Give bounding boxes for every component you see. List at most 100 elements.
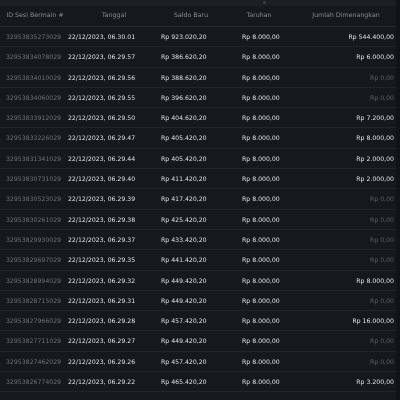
date-cell: 22/12/2023, 06.29.55 <box>68 94 136 102</box>
balance-cell: Rp 449.420,20 <box>161 338 207 346</box>
date-cell: 22/12/2023, 06.29.22 <box>68 379 136 387</box>
date-cell: 22/12/2023, 06.29.38 <box>68 216 136 224</box>
session-id-cell: 32953834078029 <box>6 54 62 62</box>
balance-cell: Rp 457.420,20 <box>161 358 207 366</box>
win-amount-cell: Rp 0,00 <box>370 297 394 305</box>
session-id-cell: 32953834010029 <box>6 74 62 82</box>
bet-cell: Rp 8.000,00 <box>242 34 280 41</box>
table-row[interactable]: 32953834060029 22/12/2023, 06.29.55 Rp 396… <box>0 88 400 109</box>
table-row[interactable]: 32953827711029 22/12/2023, 06.29.27 Rp 449… <box>0 331 400 352</box>
bet-cell: Rp 8.000,00 <box>242 358 280 366</box>
session-id-cell: 32953827462029 <box>6 358 62 366</box>
date-cell: 22/12/2023, 06.29.39 <box>68 196 136 204</box>
win-amount-cell: Rp 2.000,00 <box>356 155 394 163</box>
bet-cell: Rp 8.000,00 <box>242 257 280 265</box>
session-id-cell: 32953827966029 <box>6 318 62 326</box>
balance-cell: Rp 457.420,20 <box>161 318 207 326</box>
table-row[interactable]: 32953834010029 22/12/2023, 06.29.56 Rp 388… <box>0 68 400 88</box>
session-id-cell: 32953835273029 <box>6 34 62 41</box>
session-id-cell: 32953833912029 <box>6 115 62 123</box>
scroll-indicator-icon <box>263 1 266 4</box>
table-row[interactable]: 32953826774029 22/12/2023, 06.29.22 Rp 465… <box>0 372 400 393</box>
table-row[interactable]: 32953833912029 22/12/2023, 06.29.50 Rp 404… <box>0 108 400 129</box>
win-amount-cell: Rp 0,00 <box>370 257 394 265</box>
session-id-cell: 32953828994029 <box>6 277 62 285</box>
bet-cell: Rp 8.000,00 <box>242 176 280 184</box>
table-row[interactable]: 32953834078029 22/12/2023, 06.29.57 Rp 386… <box>0 47 400 68</box>
bet-cell: Rp 8.000,00 <box>242 236 280 244</box>
balance-cell: Rp 404.620,20 <box>161 115 207 123</box>
game-history-page: ID Sesi Bermain # Tanggal Saldo Baru Tar… <box>0 0 400 400</box>
balance-cell: Rp 388.620,20 <box>161 74 207 82</box>
table-row[interactable]: 32953827966029 22/12/2023, 06.29.28 Rp 457… <box>0 311 400 332</box>
bet-cell: Rp 8.000,00 <box>242 216 280 224</box>
win-amount-cell: Rp 16.000,00 <box>352 318 394 326</box>
table-row[interactable]: 32953833226029 22/12/2023, 06.29.47 Rp 405… <box>0 128 400 149</box>
scrollbar-track[interactable] <box>396 0 400 400</box>
session-id-cell: 32953830261029 <box>6 216 62 224</box>
bet-cell: Rp 8.000,00 <box>242 297 280 305</box>
win-amount-cell: Rp 8.000,00 <box>356 277 394 285</box>
table-row[interactable]: 32953829697029 22/12/2023, 06.29.35 Rp 441… <box>0 250 400 271</box>
header-balance: Saldo Baru <box>173 12 209 19</box>
date-cell: 22/12/2023, 06.29.57 <box>68 54 136 62</box>
table-body: 32953835273029 22/12/2023, 06.30.01 Rp 923… <box>0 27 400 393</box>
bet-cell: Rp 8.000,00 <box>242 74 280 82</box>
date-cell: 22/12/2023, 06.29.37 <box>68 236 136 244</box>
header-bet: Taruhan <box>246 12 272 19</box>
date-cell: 22/12/2023, 06.29.32 <box>68 277 136 285</box>
date-cell: 22/12/2023, 06.30.01 <box>68 34 136 41</box>
date-cell: 22/12/2023, 06.29.27 <box>68 338 136 346</box>
table-row[interactable]: 32953835273029 22/12/2023, 06.30.01 Rp 923… <box>0 27 400 48</box>
date-cell: 22/12/2023, 06.29.28 <box>68 318 136 326</box>
header-date: Tanggal <box>101 12 127 19</box>
header-session-id: ID Sesi Bermain # <box>6 12 64 19</box>
date-cell: 22/12/2023, 06.29.47 <box>68 135 136 143</box>
balance-cell: Rp 433.420,20 <box>161 236 207 244</box>
session-id-cell: 32953830523029 <box>6 196 62 204</box>
win-amount-cell: Rp 0,00 <box>370 216 394 224</box>
table-row[interactable]: 32953827462029 22/12/2023, 06.29.26 Rp 457… <box>0 352 400 373</box>
date-cell: 22/12/2023, 06.29.31 <box>68 297 136 305</box>
date-cell: 22/12/2023, 06.29.44 <box>68 155 136 163</box>
bet-cell: Rp 8.000,00 <box>242 379 280 387</box>
win-amount-cell: Rp 3.200,00 <box>356 379 394 387</box>
table-row[interactable]: 32953831341029 22/12/2023, 06.29.44 Rp 405… <box>0 149 400 170</box>
session-id-cell: 32953834060029 <box>6 94 62 102</box>
win-amount-cell: Rp 7.200,00 <box>356 115 394 123</box>
win-amount-cell: Rp 0,00 <box>370 358 394 366</box>
balance-cell: Rp 425.420,20 <box>161 216 207 224</box>
win-amount-cell: Rp 544.400,00 <box>348 34 394 41</box>
win-amount-cell: Rp 0,00 <box>370 196 394 204</box>
bet-cell: Rp 8.000,00 <box>242 318 280 326</box>
session-id-cell: 32953830731029 <box>6 176 62 184</box>
date-cell: 22/12/2023, 06.29.35 <box>68 257 136 265</box>
win-amount-cell: Rp 0,00 <box>370 94 394 102</box>
balance-cell: Rp 441.420,20 <box>161 257 207 265</box>
session-id-cell: 32953831341029 <box>6 155 62 163</box>
balance-cell: Rp 417.420,20 <box>161 196 207 204</box>
balance-cell: Rp 405.420,20 <box>161 135 207 143</box>
date-cell: 22/12/2023, 06.29.26 <box>68 358 136 366</box>
balance-cell: Rp 396.620,20 <box>161 94 207 102</box>
table-row[interactable]: 32953829930029 22/12/2023, 06.29.37 Rp 433… <box>0 230 400 251</box>
header-win-amount: Jumlah Dimenangkan <box>312 12 380 19</box>
win-amount-cell: Rp 6.000,00 <box>356 54 394 62</box>
balance-cell: Rp 386.620,20 <box>161 54 207 62</box>
win-amount-cell: Rp 8.000,00 <box>356 135 394 143</box>
balance-cell: Rp 405.420,20 <box>161 155 207 163</box>
table-row[interactable]: 32953830731029 22/12/2023, 06.29.40 Rp 411… <box>0 169 400 190</box>
bet-cell: Rp 8.000,00 <box>242 277 280 285</box>
table-row[interactable]: 32953828994029 22/12/2023, 06.29.32 Rp 449… <box>0 271 400 291</box>
session-id-cell: 32953827711029 <box>6 338 62 346</box>
balance-cell: Rp 449.420,20 <box>161 297 207 305</box>
bet-cell: Rp 8.000,00 <box>242 135 280 143</box>
table-row[interactable]: 32953828715029 22/12/2023, 06.29.31 Rp 449… <box>0 291 400 312</box>
table-row[interactable]: 32953830261029 22/12/2023, 06.29.38 Rp 425… <box>0 210 400 230</box>
bet-cell: Rp 8.000,00 <box>242 94 280 102</box>
win-amount-cell: Rp 2.000,00 <box>356 176 394 184</box>
table-row[interactable]: 32953830523029 22/12/2023, 06.29.39 Rp 417… <box>0 189 400 210</box>
balance-cell: Rp 465.420,20 <box>161 379 207 387</box>
balance-cell: Rp 449.420,20 <box>161 277 207 285</box>
win-amount-cell: Rp 0,00 <box>370 236 394 244</box>
